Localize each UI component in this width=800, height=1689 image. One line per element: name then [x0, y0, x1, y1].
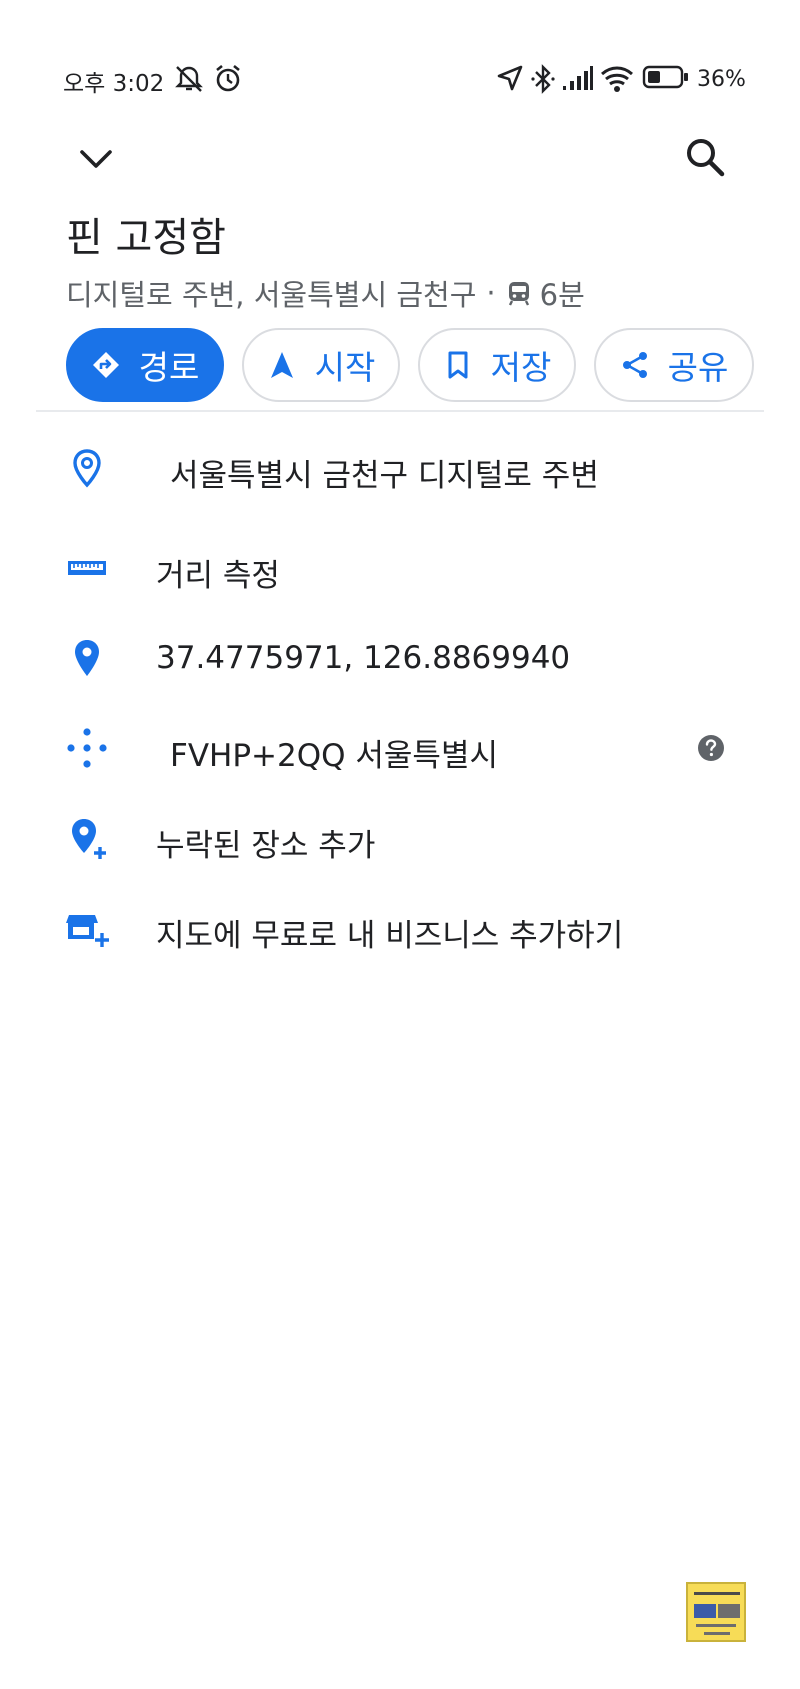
coordinates-text: 37.4775971, 126.8869940: [156, 640, 571, 676]
share-icon: [622, 352, 647, 378]
help-icon[interactable]: [697, 734, 725, 762]
coordinates-row[interactable]: 37.4775971, 126.8869940: [0, 618, 800, 698]
start-button[interactable]: 시작: [242, 328, 400, 402]
transit-icon: [508, 282, 529, 306]
battery-percentage: 36%: [697, 67, 746, 92]
measure-distance-text: 거리 측정: [156, 558, 280, 594]
place-title: 핀 고정함: [66, 215, 226, 261]
save-button[interactable]: 저장: [418, 328, 576, 402]
search-button[interactable]: [680, 132, 732, 184]
watermark-logo: [686, 1582, 746, 1642]
address-text: 서울특별시 금천구 디지털로 주변: [170, 458, 599, 494]
add-business-icon: [66, 915, 109, 947]
navigation-icon: [270, 352, 293, 378]
share-label: 공유: [667, 348, 729, 387]
start-label: 시작: [314, 348, 376, 387]
directions-label: 경로: [138, 348, 200, 387]
add-location-icon: [72, 819, 106, 859]
plus-code-icon: [67, 728, 107, 768]
search-icon: [687, 139, 725, 177]
signal-icon: [563, 66, 593, 90]
add-missing-place-text: 누락된 장소 추가: [156, 828, 376, 864]
measure-distance-row[interactable]: 거리 측정: [0, 528, 800, 608]
directions-button[interactable]: 경로: [66, 328, 224, 402]
ruler-icon: [68, 561, 106, 575]
location-pin-outline-icon: [73, 449, 101, 488]
add-business-text: 지도에 무료로 내 비즈니스 추가하기: [156, 918, 624, 954]
subtitle-separator: ·: [486, 276, 496, 310]
location-arrow-icon: [497, 65, 523, 91]
battery-icon: [642, 65, 688, 89]
share-button[interactable]: 공유: [594, 328, 754, 402]
add-business-row[interactable]: 지도에 무료로 내 비즈니스 추가하기: [0, 888, 800, 968]
wifi-icon: [601, 66, 633, 92]
status-bar: 오후 3:02 36%: [0, 58, 800, 102]
bluetooth-icon: [531, 64, 555, 94]
place-subtitle: 디지털로 주변, 서울특별시 금천구 · 6분: [66, 272, 585, 314]
chevron-down-icon: [80, 150, 112, 168]
transit-time: 6분: [539, 278, 585, 312]
subtitle-location: 디지털로 주변, 서울특별시 금천구: [66, 278, 477, 312]
bookmark-icon: [448, 351, 468, 379]
place-details-screen: 오후 3:02 36% 핀 고정함 디지털로 주변, 서울특별시 금천구 · 6…: [0, 0, 800, 1689]
plus-code-text: FVHP+2QQ 서울특별시: [170, 738, 498, 774]
directions-icon: [92, 352, 119, 378]
mute-icon: [175, 66, 203, 92]
address-row[interactable]: 서울특별시 금천구 디지털로 주변: [0, 428, 800, 508]
alarm-icon: [216, 64, 240, 92]
status-time: 오후 3:02: [63, 71, 165, 97]
plus-code-row[interactable]: FVHP+2QQ 서울특별시: [0, 708, 800, 788]
divider: [36, 410, 764, 412]
action-bar: 경로 시작 저장 공유: [66, 328, 786, 402]
save-label: 저장: [490, 348, 552, 387]
collapse-button[interactable]: [72, 135, 120, 183]
add-missing-place-row[interactable]: 누락된 장소 추가: [0, 798, 800, 878]
location-pin-icon: [75, 640, 99, 676]
